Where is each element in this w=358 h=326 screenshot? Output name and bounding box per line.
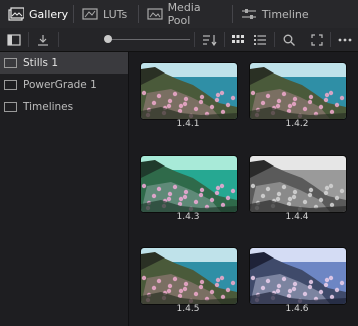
still-image xyxy=(141,156,237,212)
gallery-panel: Gallery LUTs Media Pool Timeline Stills … xyxy=(0,0,358,326)
gallery-icon xyxy=(8,7,25,21)
still-image xyxy=(141,248,237,304)
still-image xyxy=(250,63,346,119)
luts-icon xyxy=(82,7,98,21)
toolbar-divider xyxy=(194,32,195,47)
tab-timeline[interactable]: Timeline xyxy=(233,0,358,28)
list-view-button[interactable] xyxy=(246,28,274,51)
still-thumbnail[interactable] xyxy=(249,62,347,120)
import-icon xyxy=(38,34,48,46)
more-icon xyxy=(338,38,352,41)
tab-gallery[interactable]: Gallery xyxy=(0,0,73,28)
search-button[interactable] xyxy=(275,28,303,51)
thumbnail-size-slider[interactable] xyxy=(110,39,190,40)
still-label: 1.4.1 xyxy=(176,119,200,129)
album-sidebar: Stills 1 PowerGrade 1 Timelines xyxy=(0,52,129,326)
still-image xyxy=(250,156,346,212)
still-thumbnail[interactable] xyxy=(249,247,347,305)
toggle-sidebar-button[interactable] xyxy=(0,28,28,51)
slider-handle[interactable] xyxy=(104,35,112,43)
fullscreen-button[interactable] xyxy=(303,28,331,51)
album-icon xyxy=(4,58,17,68)
sidebar-item-powergrade-1[interactable]: PowerGrade 1 xyxy=(0,74,128,96)
tab-media-pool[interactable]: Media Pool xyxy=(139,0,232,28)
stills-grid: 1.4.1 1.4.2 1.4.3 1.4.4 1.4.5 1.4.6 xyxy=(129,52,358,326)
sidebar-toggle-icon xyxy=(7,33,21,46)
more-options-button[interactable] xyxy=(331,28,358,51)
still-label: 1.4.4 xyxy=(285,212,309,222)
search-icon xyxy=(283,34,295,46)
tab-label-gallery: Gallery xyxy=(29,7,69,21)
expand-icon xyxy=(311,33,323,46)
timeline-icon xyxy=(241,7,257,21)
sidebar-item-timelines[interactable]: Timelines xyxy=(0,96,128,118)
sidebar-item-label: Timelines xyxy=(23,101,74,113)
gallery-tab-bar: Gallery LUTs Media Pool Timeline xyxy=(0,0,358,29)
sort-button[interactable] xyxy=(196,28,224,51)
still-thumbnail[interactable] xyxy=(140,62,238,120)
timelines-icon xyxy=(4,102,17,112)
grab-still-button[interactable] xyxy=(29,28,57,51)
media-pool-icon xyxy=(146,7,163,21)
toolbar-divider xyxy=(58,32,59,47)
still-label: 1.4.6 xyxy=(285,304,309,314)
tab-label-media-pool: Media Pool xyxy=(167,1,201,27)
still-thumbnail[interactable] xyxy=(140,247,238,305)
still-label: 1.4.2 xyxy=(285,119,309,129)
still-image xyxy=(141,63,237,119)
list-view-icon xyxy=(254,34,266,45)
tab-label-luts: LUTs xyxy=(102,7,128,21)
grid-view-icon xyxy=(232,34,244,43)
tab-label-timeline: Timeline xyxy=(261,7,309,21)
sidebar-item-label: PowerGrade 1 xyxy=(23,79,97,91)
sidebar-item-label: Stills 1 xyxy=(23,57,59,69)
still-label: 1.4.3 xyxy=(176,212,200,222)
still-image xyxy=(250,248,346,304)
still-thumbnail[interactable] xyxy=(249,155,347,213)
tab-luts[interactable]: LUTs xyxy=(74,0,138,28)
still-thumbnail[interactable] xyxy=(140,155,238,213)
sort-icon xyxy=(203,34,217,46)
album-icon xyxy=(4,80,17,90)
gallery-toolbar xyxy=(0,28,358,52)
still-label: 1.4.5 xyxy=(176,304,200,314)
sidebar-item-stills-1[interactable]: Stills 1 xyxy=(0,52,128,74)
